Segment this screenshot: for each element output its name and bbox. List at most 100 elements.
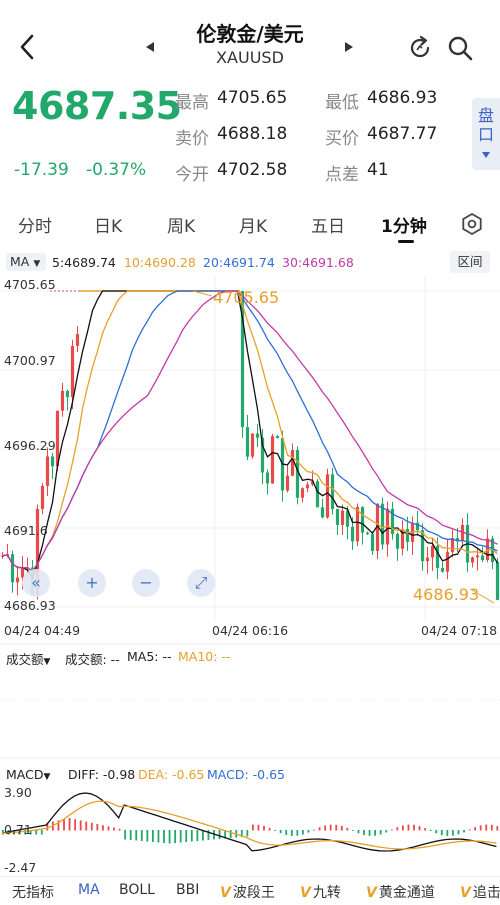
indicator-wave-king[interactable]: V 波段王 [220, 882, 275, 902]
macd-bar [202, 830, 204, 841]
candle-body [380, 503, 385, 545]
indicator-pursuit[interactable]: V 追击 [460, 882, 500, 902]
macd-dea: DEA: -0.65 [138, 767, 205, 782]
x-tick-label: 04/24 06:16 [212, 623, 289, 638]
candle-body [440, 567, 445, 572]
fullscreen-button[interactable]: ⤢ [187, 569, 215, 597]
macd-bar [102, 825, 104, 831]
macd-bar [190, 830, 193, 842]
macd-bar [479, 825, 482, 831]
candle-body [445, 552, 450, 572]
indicator-label: 波段王 [232, 885, 275, 901]
caret-down-icon: ▼ [43, 772, 51, 782]
ma20-line [2, 290, 498, 573]
indicator-nine-turn[interactable]: V 九转 [300, 882, 341, 902]
macd-selector[interactable]: MACD▼ [6, 767, 50, 782]
ma-selector[interactable]: MA ▼ [6, 253, 46, 271]
candle-body [285, 475, 290, 491]
candle-body [305, 484, 310, 489]
candle-body [335, 509, 340, 525]
macd-bar [274, 830, 277, 831]
caret-down-icon: ▼ [43, 657, 51, 667]
tab-weekly-k[interactable]: 周K [167, 212, 195, 237]
buy-label: 买价 [325, 129, 359, 149]
macd-bar [152, 830, 154, 842]
macd-bar [118, 828, 121, 831]
max-price-annotation: 4705.65 [213, 288, 280, 307]
search-icon[interactable] [446, 34, 474, 62]
low-label: 最低 [325, 93, 359, 113]
expand-icon: ⤢ [194, 573, 208, 592]
volume-selector[interactable]: 成交额▼ [6, 649, 50, 668]
candle-body [255, 433, 260, 438]
tab-daily-k[interactable]: 日K [94, 212, 122, 237]
macd-bar [346, 827, 349, 831]
candle-body [325, 474, 330, 518]
indicator-ma[interactable]: MA [78, 882, 100, 898]
back-chevron-icon[interactable] [14, 32, 42, 62]
buy-value: 4687.77 [367, 124, 438, 144]
macd-bar [407, 824, 410, 831]
caret-down-icon [482, 152, 490, 158]
macd-bar [440, 830, 443, 836]
candle-body [300, 488, 305, 498]
macd-bar [385, 830, 388, 833]
candle-body [340, 510, 345, 525]
candle-body [15, 577, 20, 583]
candlestick-chart[interactable] [0, 276, 500, 621]
macd-bar [374, 830, 377, 836]
macd-bar [357, 830, 360, 834]
sell-value: 4688.18 [217, 124, 288, 144]
macd-bar [368, 830, 371, 836]
refresh-icon[interactable] [406, 34, 434, 62]
macd-bar [96, 824, 99, 831]
macd-bar [396, 827, 399, 831]
macd-bar [263, 825, 265, 831]
macd-bar [402, 825, 404, 831]
sell-label: 卖价 [175, 129, 209, 149]
order-book-label: 盘口 [478, 106, 495, 144]
macd-bar [329, 824, 332, 831]
tab-monthly-k[interactable]: 月K [239, 212, 267, 237]
settings-icon[interactable] [460, 212, 484, 236]
y-tick-label: 4700.97 [4, 353, 56, 368]
macd-bar [340, 825, 343, 831]
candle-body [485, 538, 490, 561]
order-book-toggle[interactable]: 盘口 [472, 98, 500, 170]
indicator-label: 黄金通道 [378, 885, 435, 901]
candle-body [250, 433, 255, 457]
scroll-left-button[interactable]: « [22, 569, 50, 597]
macd-bar [279, 830, 282, 834]
macd-bar [146, 830, 149, 842]
zoom-in-button[interactable]: + [78, 569, 106, 597]
open-label: 今开 [175, 165, 209, 185]
candle-body [370, 534, 375, 551]
macd-bar [446, 830, 449, 836]
y-tick-label: 4691.6 [4, 523, 48, 538]
macd-bar [246, 830, 249, 837]
macd-bar [85, 821, 88, 831]
indicator-bbi[interactable]: BBI [176, 882, 199, 898]
macd-bar [79, 820, 82, 831]
v-badge-icon: V [220, 885, 231, 901]
volume-selector-label: 成交额 [6, 652, 44, 667]
period-tabs: 分时 日K 周K 月K 五日 1分钟 [0, 202, 500, 242]
next-symbol-icon[interactable] [342, 40, 356, 54]
range-button[interactable]: 区间 [450, 251, 490, 273]
tab-1-minute[interactable]: 1分钟 [381, 212, 427, 237]
zoom-out-button[interactable]: − [132, 569, 160, 597]
indicator-boll[interactable]: BOLL [119, 882, 155, 898]
tab-five-day[interactable]: 五日 [311, 212, 345, 237]
macd-bar [457, 830, 460, 835]
macd-bar [185, 830, 188, 842]
indicator-gold-channel[interactable]: V 黄金通道 [366, 882, 435, 902]
macd-bar [174, 830, 177, 843]
macd-bar [474, 827, 477, 831]
tab-timeshare[interactable]: 分时 [18, 212, 52, 237]
candle-body [50, 456, 55, 467]
open-value: 4702.58 [217, 160, 288, 180]
ma10-line [2, 290, 498, 573]
indicator-none[interactable]: 无指标 [12, 882, 54, 902]
candle-body [70, 345, 75, 398]
volume-ma5: MA5: -- [127, 649, 172, 664]
